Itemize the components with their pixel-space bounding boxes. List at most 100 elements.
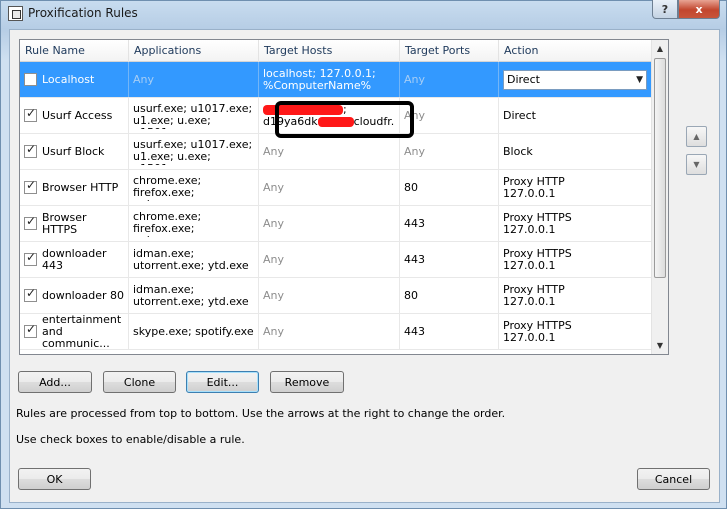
help-button[interactable]: ? bbox=[652, 0, 678, 19]
target-hosts-value: Any bbox=[263, 289, 285, 302]
target-hosts-cell: Any bbox=[259, 314, 400, 349]
rule-name: Browser HTTP bbox=[42, 180, 119, 194]
applications-cell: idman.exe; utorrent.exe; ytd.exe bbox=[129, 242, 259, 277]
target-hosts-cell: Any bbox=[259, 170, 400, 205]
title-bar[interactable]: Proxification Rules ? x bbox=[1, 0, 726, 27]
redaction-mark bbox=[263, 104, 343, 115]
rule-name: entertainment and communic... bbox=[42, 314, 122, 349]
scroll-thumb[interactable] bbox=[654, 58, 666, 278]
rule-name: Usurf Access bbox=[42, 108, 113, 122]
rule-enabled-checkbox[interactable] bbox=[24, 179, 37, 194]
rule-enabled-checkbox[interactable] bbox=[24, 107, 37, 122]
target-ports-value: 80 bbox=[404, 289, 418, 302]
action-value: Proxy HTTPS 127.0.0.1 bbox=[503, 211, 572, 236]
rule-row-usurf-access[interactable]: Usurf Access usurf.exe; u1017.exe; u1.ex… bbox=[20, 98, 652, 134]
window-icon bbox=[8, 6, 23, 21]
target-ports-cell: 443 bbox=[400, 242, 499, 277]
rule-row-browser-http[interactable]: Browser HTTP chrome.exe; firefox.exe; pa… bbox=[20, 170, 652, 206]
target-ports-value: 443 bbox=[404, 325, 425, 338]
column-header-action[interactable]: Action bbox=[499, 40, 652, 62]
action-cell: Proxy HTTPS 127.0.0.1 bbox=[499, 242, 652, 277]
rule-name-cell: downloader 443 bbox=[20, 242, 129, 277]
target-ports-value: 443 bbox=[404, 253, 425, 266]
target-ports-cell: Any bbox=[400, 98, 499, 133]
target-ports-value: Any bbox=[404, 109, 426, 122]
vertical-scrollbar[interactable]: ▲ ▼ bbox=[651, 40, 668, 354]
arrow-down-icon: ▼ bbox=[693, 160, 700, 169]
action-cell: Proxy HTTP 127.0.0.1 bbox=[499, 278, 652, 313]
applications-value: idman.exe; utorrent.exe; ytd.exe bbox=[133, 247, 249, 272]
target-ports-value: 443 bbox=[404, 217, 425, 230]
rule-name: downloader 443 bbox=[42, 246, 107, 272]
action-cell: Proxy HTTPS 127.0.0.1 bbox=[499, 314, 652, 349]
applications-value: idman.exe; utorrent.exe; ytd.exe bbox=[133, 283, 249, 308]
scroll-down-icon[interactable]: ▼ bbox=[652, 337, 668, 354]
applications-cell: usurf.exe; u1017.exe; u1.exe; u.exe; u15… bbox=[129, 98, 259, 133]
edit-button[interactable]: Edit... bbox=[186, 371, 259, 393]
rule-row-browser-https[interactable]: Browser HTTPS chrome.exe; firefox.exe; p… bbox=[20, 206, 652, 242]
target-hosts-value: localhost; 127.0.0.1; %ComputerName% bbox=[263, 67, 376, 92]
move-down-button[interactable]: ▼ bbox=[686, 154, 707, 175]
column-header-target-ports[interactable]: Target Ports bbox=[400, 40, 499, 62]
target-hosts-value: Any bbox=[263, 181, 285, 194]
rule-enabled-checkbox[interactable] bbox=[24, 215, 37, 230]
target-ports-value: Any bbox=[404, 73, 426, 86]
target-ports-cell: 80 bbox=[400, 278, 499, 313]
rule-name: downloader 80 bbox=[42, 288, 124, 302]
target-hosts-cell: ; d19ya6dkcloudfr... bbox=[259, 98, 400, 133]
applications-cell: chrome.exe; firefox.exe; palemoon... bbox=[129, 170, 259, 205]
target-hosts-value: Any bbox=[263, 217, 285, 230]
target-hosts-value: Any bbox=[263, 253, 285, 266]
action-value: Direct bbox=[503, 109, 536, 122]
column-header-target-hosts[interactable]: Target Hosts bbox=[259, 40, 400, 62]
rule-row-usurf-block[interactable]: Usurf Block usurf.exe; u1017.exe; u1.exe… bbox=[20, 134, 652, 170]
rule-enabled-checkbox[interactable] bbox=[24, 73, 37, 86]
rule-enabled-checkbox[interactable] bbox=[24, 287, 37, 302]
action-dropdown[interactable]: Direct ▼ bbox=[503, 69, 647, 90]
column-header-rule-name[interactable]: Rule Name bbox=[20, 40, 129, 62]
target-ports-cell: 443 bbox=[400, 314, 499, 349]
rule-name: Usurf Block bbox=[42, 144, 105, 158]
move-up-button[interactable]: ▲ bbox=[686, 126, 707, 147]
target-hosts-value: Any bbox=[263, 325, 285, 338]
applications-cell: chrome.exe; firefox.exe; palemoon... bbox=[129, 206, 259, 241]
rule-name-cell: Usurf Access bbox=[20, 98, 129, 133]
applications-value: Any bbox=[133, 73, 155, 86]
applications-value: usurf.exe; u1017.exe; u1.exe; u.exe; u15… bbox=[133, 138, 253, 165]
close-button[interactable]: x bbox=[678, 0, 720, 19]
ok-button[interactable]: OK bbox=[18, 468, 91, 490]
action-value: Proxy HTTP 127.0.0.1 bbox=[503, 175, 565, 200]
applications-value: usurf.exe; u1017.exe; u1.exe; u.exe; u15… bbox=[133, 102, 253, 129]
clone-button[interactable]: Clone bbox=[103, 371, 176, 393]
rule-enabled-checkbox[interactable] bbox=[24, 251, 37, 266]
order-hint-text: Rules are processed from top to bottom. … bbox=[16, 407, 506, 420]
target-ports-value: 80 bbox=[404, 181, 418, 194]
rule-name-cell: entertainment and communic... bbox=[20, 314, 129, 349]
target-ports-cell: Any bbox=[400, 62, 499, 97]
remove-button[interactable]: Remove bbox=[270, 371, 344, 393]
rule-row-localhost[interactable]: Localhost Any localhost; 127.0.0.1; %Com… bbox=[20, 62, 652, 98]
target-ports-cell: Any bbox=[400, 134, 499, 169]
action-cell: Direct ▼ bbox=[499, 62, 652, 97]
action-value: Block bbox=[503, 145, 533, 158]
scroll-up-icon[interactable]: ▲ bbox=[652, 40, 668, 57]
rules-list[interactable]: Rule Name Applications Target Hosts Targ… bbox=[19, 39, 669, 355]
proxification-rules-window: Proxification Rules ? x Rule Name Applic… bbox=[0, 0, 727, 509]
target-ports-cell: 443 bbox=[400, 206, 499, 241]
target-hosts-cell: Any bbox=[259, 242, 400, 277]
rule-name-cell: Localhost bbox=[20, 62, 129, 97]
rule-enabled-checkbox[interactable] bbox=[24, 323, 37, 338]
dialog-body: Rule Name Applications Target Hosts Targ… bbox=[9, 29, 720, 503]
action-cell: Direct bbox=[499, 98, 652, 133]
column-header-applications[interactable]: Applications bbox=[129, 40, 259, 62]
rule-row-downloader-443[interactable]: downloader 443 idman.exe; utorrent.exe; … bbox=[20, 242, 652, 278]
rule-row-entertainment[interactable]: entertainment and communic... skype.exe;… bbox=[20, 314, 652, 350]
rule-row-downloader-80[interactable]: downloader 80 idman.exe; utorrent.exe; y… bbox=[20, 278, 652, 314]
rule-enabled-checkbox[interactable] bbox=[24, 143, 37, 158]
applications-cell: usurf.exe; u1017.exe; u1.exe; u.exe; u15… bbox=[129, 134, 259, 169]
cancel-button[interactable]: Cancel bbox=[637, 468, 710, 490]
add-button[interactable]: Add... bbox=[18, 371, 92, 393]
target-hosts-cell: localhost; 127.0.0.1; %ComputerName% bbox=[259, 62, 400, 97]
rule-name-cell: Usurf Block bbox=[20, 134, 129, 169]
chevron-down-icon: ▼ bbox=[636, 74, 643, 85]
